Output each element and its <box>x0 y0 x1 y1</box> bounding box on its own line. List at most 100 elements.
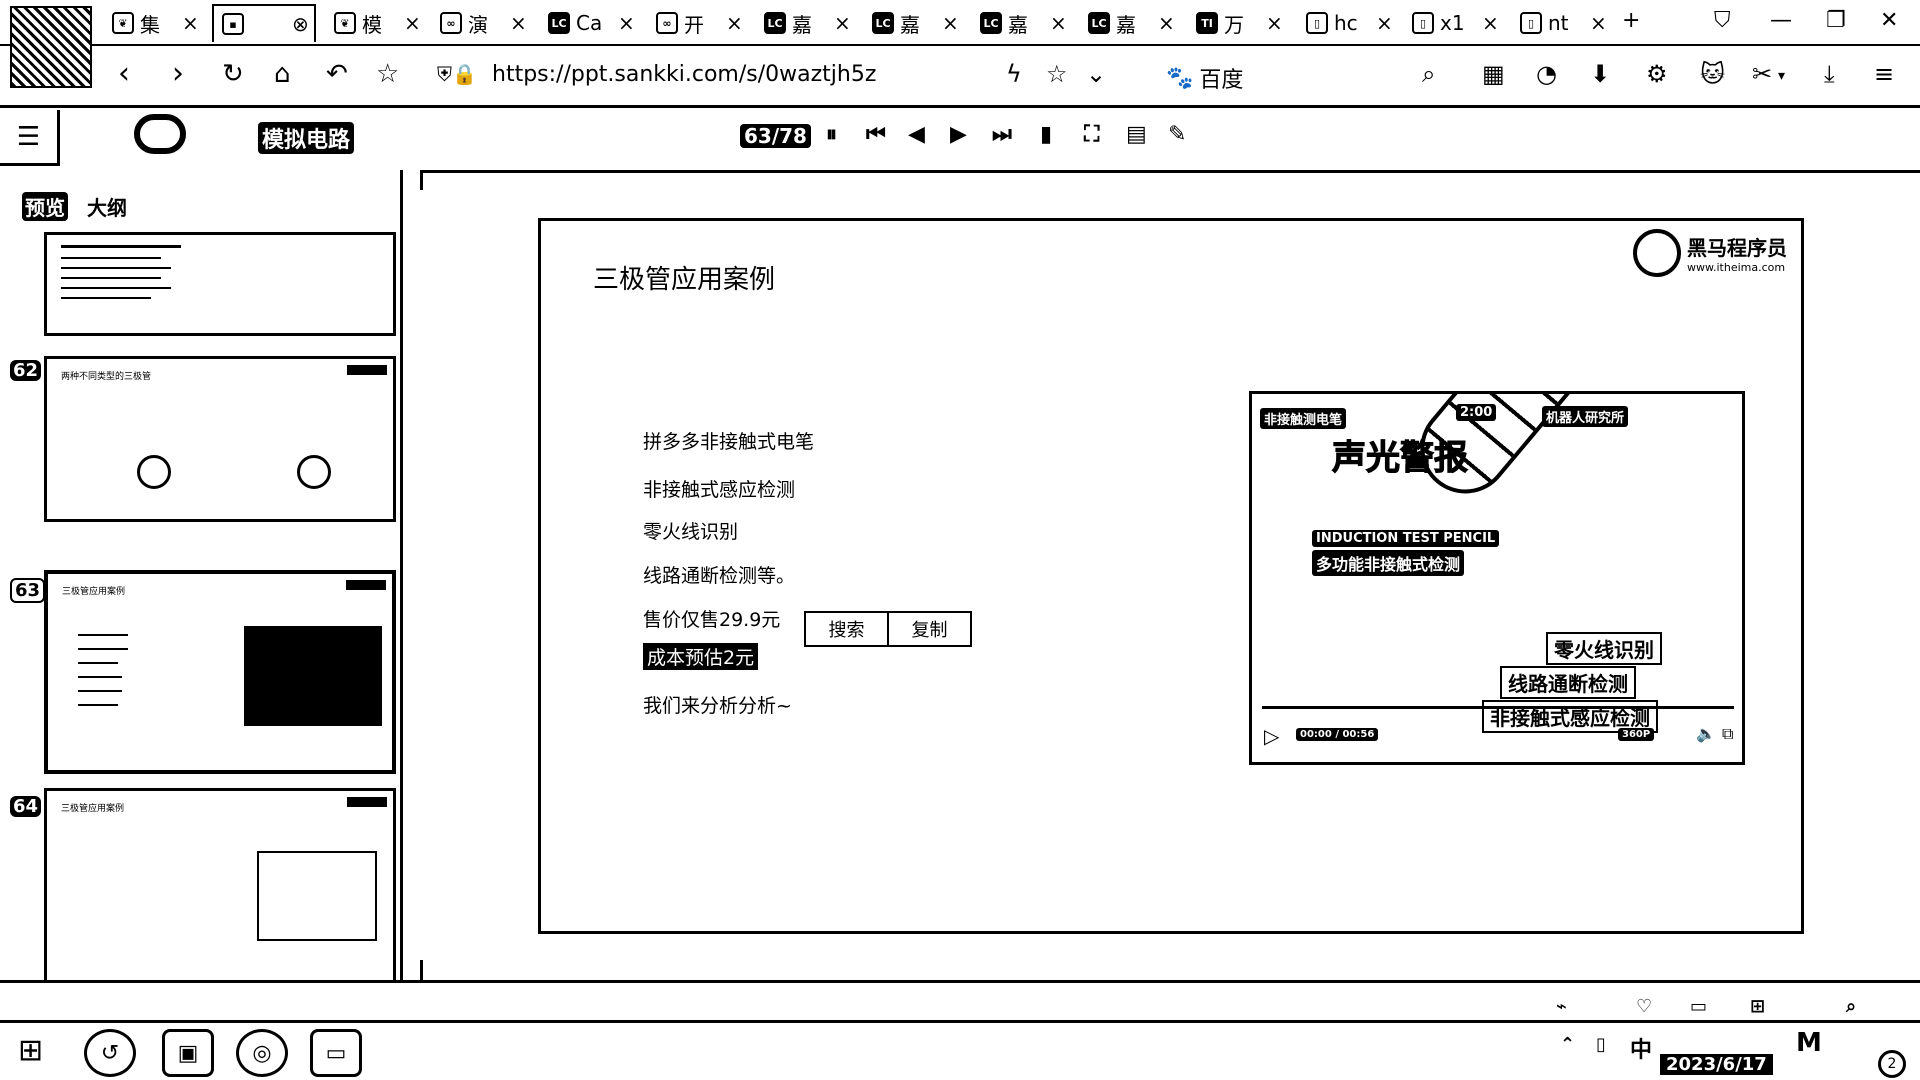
tray-icon[interactable]: ♡ <box>1636 996 1652 1017</box>
extension-icon[interactable]: ⚙ <box>1646 60 1668 88</box>
close-tab-icon[interactable]: × <box>1590 11 1607 35</box>
browser-tab[interactable]: LC Ca × <box>548 4 635 42</box>
browser-tab[interactable]: ❦ 集 × <box>112 4 199 42</box>
browser-tab[interactable]: ▯ x1 × <box>1412 4 1499 42</box>
taskbar-app-icon[interactable]: ▭ <box>310 1029 362 1077</box>
grid-icon[interactable]: ▦ <box>1482 60 1505 88</box>
slide-thumbnail-current[interactable]: 三极管应用案例 <box>44 570 396 774</box>
browser-tab[interactable]: LC 嘉 × <box>1088 4 1175 42</box>
shirt-icon[interactable]: ⛉ <box>1714 8 1731 33</box>
video-quality[interactable]: 360P <box>1618 728 1655 741</box>
lightning-icon[interactable]: ϟ <box>1006 60 1022 88</box>
tray-icon[interactable]: ⌁ <box>1556 996 1567 1017</box>
slide-thumbnail[interactable] <box>44 232 396 336</box>
reload-icon[interactable]: ↻ <box>222 56 244 92</box>
clock-date[interactable]: 2023/6/17 <box>1660 1054 1773 1075</box>
pen-icon[interactable]: ✎ <box>1168 122 1186 147</box>
play-icon[interactable]: ▷ <box>1264 724 1279 748</box>
cat-icon[interactable]: 🐱 <box>1700 60 1725 88</box>
prev-page-icon[interactable]: ◀ <box>908 122 925 147</box>
close-tab-icon[interactable]: × <box>404 11 421 35</box>
canvas-border <box>420 170 423 190</box>
first-page-icon[interactable]: ⏮ <box>866 122 886 147</box>
search-icon[interactable]: ⌕ <box>1422 60 1435 88</box>
shield-lock-icon[interactable]: ⛨🔒 <box>437 62 477 86</box>
new-tab-icon[interactable]: + <box>1622 8 1640 33</box>
notes-icon[interactable]: ▤ <box>1126 122 1147 147</box>
video-progress[interactable] <box>1262 706 1734 709</box>
scissors-icon[interactable]: ✂ <box>1752 60 1772 88</box>
search-icon[interactable]: ⌕ <box>1846 996 1856 1017</box>
browser-tab[interactable]: ∞ 演 × <box>440 4 527 42</box>
fullscreen-icon[interactable]: ⛶ <box>1084 122 1099 147</box>
favorite-star-icon[interactable]: ☆ <box>1046 60 1068 88</box>
last-page-icon[interactable]: ⏭ <box>992 122 1012 147</box>
chevron-up-icon[interactable]: ⌃ <box>1560 1034 1575 1055</box>
next-page-icon[interactable]: ▶ <box>950 122 967 147</box>
minimize-icon[interactable]: — <box>1770 8 1792 33</box>
close-tab-icon[interactable]: × <box>1050 11 1067 35</box>
browser-tab[interactable]: LC 嘉 × <box>872 4 959 42</box>
windows-start-icon[interactable]: ⊞ <box>18 1033 43 1068</box>
copy-button[interactable]: 复制 <box>887 613 970 645</box>
sidebar-divider[interactable] <box>400 170 403 982</box>
chevron-down-icon[interactable]: ⌄ <box>1086 60 1106 88</box>
download-circle-icon[interactable]: ⬇ <box>1590 60 1610 88</box>
search-button[interactable]: 搜索 <box>806 613 887 645</box>
back-icon[interactable]: ‹ <box>118 56 130 92</box>
forward-icon[interactable]: › <box>172 56 184 92</box>
browser-tab[interactable]: ❦ 模 × <box>334 4 421 42</box>
battery-icon[interactable]: ▯ <box>1596 1034 1606 1055</box>
pause-icon[interactable]: ⏸ <box>826 122 837 147</box>
close-tab-icon[interactable]: × <box>1266 11 1283 35</box>
browser-tab[interactable]: LC 嘉 × <box>764 4 851 42</box>
close-tab-icon[interactable]: × <box>1158 11 1175 35</box>
pip-icon[interactable]: ⧉ <box>1722 724 1733 744</box>
history-icon[interactable]: ◔ <box>1536 60 1557 88</box>
download-icon[interactable]: ⤓ <box>1824 60 1835 88</box>
notification-icon[interactable]: 2 <box>1878 1050 1906 1078</box>
bookmark-star-icon[interactable]: ☆ <box>376 56 399 92</box>
ime-indicator[interactable]: 中 <box>1630 1032 1652 1064</box>
home-icon[interactable]: ⌂ <box>274 56 291 92</box>
browser-tab[interactable]: ▯ hc × <box>1306 4 1393 42</box>
close-tab-icon[interactable]: × <box>726 11 743 35</box>
profile-avatar[interactable] <box>10 6 92 88</box>
browser-tab[interactable]: ∞ 开 × <box>656 4 743 42</box>
close-tab-icon[interactable]: × <box>510 11 527 35</box>
selected-text[interactable]: 成本预估2元 <box>643 643 759 670</box>
volume-icon[interactable]: 🔈 <box>1696 724 1716 743</box>
close-tab-icon[interactable]: × <box>1482 11 1499 35</box>
close-tab-icon[interactable]: × <box>834 11 851 35</box>
tray-icon[interactable]: M <box>1796 1028 1822 1058</box>
close-tab-icon[interactable]: × <box>182 11 199 35</box>
app-logo[interactable] <box>134 114 186 154</box>
slide-thumbnail[interactable]: 三极管应用案例 <box>44 788 396 980</box>
taskbar-app-icon[interactable]: ↺ <box>84 1029 136 1077</box>
browser-tab[interactable]: TI 万 × <box>1196 4 1283 42</box>
tray-icon[interactable]: ▭ <box>1690 996 1707 1017</box>
browser-tab-active[interactable]: ▪ ⊗ <box>212 4 316 42</box>
restore-icon[interactable]: ❐ <box>1826 8 1846 33</box>
close-tab-icon[interactable]: × <box>942 11 959 35</box>
taskbar-app-icon[interactable]: ▣ <box>162 1029 214 1077</box>
taskbar-app-icon[interactable]: ◎ <box>236 1029 288 1077</box>
hamburger-menu-icon[interactable]: ≡ <box>1874 60 1894 88</box>
close-tab-icon[interactable]: × <box>1376 11 1393 35</box>
embedded-video[interactable]: 非接触测电笔 2:00 机器人研究所 声光警报 INDUCTION TEST P… <box>1249 391 1745 765</box>
close-tab-icon[interactable]: ⊗ <box>292 12 309 36</box>
slide-thumbnail[interactable]: 两种不同类型的三极管 <box>44 356 396 522</box>
browser-tab[interactable]: ▯ nt × <box>1520 4 1607 42</box>
close-tab-icon[interactable]: × <box>618 11 635 35</box>
close-window-icon[interactable]: ✕ <box>1880 8 1898 33</box>
url-field[interactable]: https://ppt.sankki.com/s/0waztjh5z <box>492 62 876 87</box>
undo-icon[interactable]: ↶ <box>326 56 348 92</box>
browser-tab[interactable]: LC 嘉 × <box>980 4 1067 42</box>
search-engine-selector[interactable]: 🐾 百度 <box>1166 62 1243 94</box>
sidebar-toggle-icon[interactable]: ☰ <box>0 110 60 166</box>
chevron-down-icon[interactable]: ▾ <box>1778 68 1785 84</box>
tab-outline[interactable]: 大纲 <box>84 192 130 221</box>
tab-preview[interactable]: 预览 <box>22 192 68 221</box>
tray-icon[interactable]: ⊞ <box>1750 996 1765 1017</box>
video-tag: 机器人研究所 <box>1542 406 1629 427</box>
